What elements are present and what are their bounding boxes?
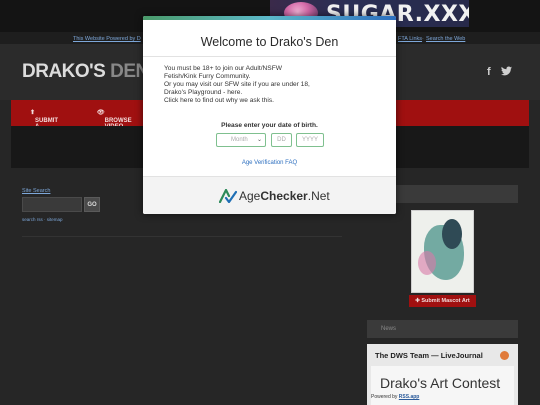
age-verification-modal: Welcome to Drako's Den You must be 18+ t… (143, 16, 396, 214)
message-line: Fetish/Kink Furry Community. (164, 73, 251, 80)
month-select[interactable]: Month ⌄ (216, 133, 266, 147)
modal-message: You must be 18+ to join our Adult/NSFW F… (164, 65, 384, 105)
chevron-down-icon: ⌄ (256, 137, 262, 143)
year-input[interactable]: YYYY (296, 133, 324, 147)
modal-footer: AgeChecker.Net (143, 176, 396, 214)
message-line[interactable]: Or you may visit our SFW site if you are… (164, 81, 384, 89)
modal-divider (143, 56, 396, 57)
message-line[interactable]: Drako's Playground - here. (164, 89, 384, 97)
agechecker-logo-icon (219, 189, 237, 203)
agechecker-brand[interactable]: AgeChecker.Net (239, 189, 330, 203)
message-line: You must be 18+ to join our Adult/NSFW (164, 65, 282, 72)
day-input[interactable]: DD (271, 133, 292, 147)
modal-accent-bar (143, 16, 396, 20)
dob-label: Please enter your date of birth. (221, 122, 318, 129)
age-verification-faq-link[interactable]: Age Verification FAQ (143, 160, 396, 166)
message-line[interactable]: Click here to find out why we ask this. (164, 97, 384, 105)
modal-title: Welcome to Drako's Den (200, 35, 339, 49)
